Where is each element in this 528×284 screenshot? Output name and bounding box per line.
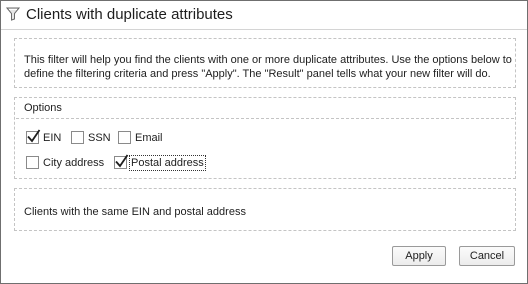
ein-label: EIN — [43, 131, 62, 144]
title-bar: Clients with duplicate attributes — [1, 1, 527, 29]
option-ein[interactable]: EIN — [26, 129, 62, 144]
cancel-button[interactable]: Cancel — [459, 246, 515, 266]
options-panel: Options EIN SSN Email City address Posta… — [14, 97, 516, 179]
options-divider — [16, 118, 514, 119]
checkmark-icon — [115, 154, 129, 168]
city-address-label: City address — [43, 156, 105, 169]
options-title: Options — [24, 102, 62, 114]
description-panel: This filter will help you find the clien… — [14, 38, 516, 88]
postal-address-label: Postal address — [129, 154, 206, 171]
option-city-address[interactable]: City address — [26, 156, 104, 169]
ein-checkbox[interactable] — [26, 129, 41, 144]
postal-address-checkbox[interactable] — [114, 154, 129, 169]
option-ssn[interactable]: SSN — [71, 131, 111, 144]
checkmark-icon — [27, 129, 41, 143]
result-panel: Clients with the same EIN and postal add… — [14, 188, 516, 231]
email-label: Email — [135, 131, 163, 144]
dialog-title: Clients with duplicate attributes — [26, 6, 233, 23]
email-checkbox[interactable] — [118, 131, 131, 144]
city-address-checkbox[interactable] — [26, 156, 39, 169]
ssn-checkbox[interactable] — [71, 131, 84, 144]
title-divider — [1, 29, 527, 30]
result-text: Clients with the same EIN and postal add… — [24, 206, 246, 218]
option-email[interactable]: Email — [118, 131, 163, 144]
option-postal-address[interactable]: Postal address — [114, 154, 206, 171]
dialog-window: Clients with duplicate attributes This f… — [0, 0, 528, 284]
funnel-filter-icon — [5, 7, 21, 21]
ssn-label: SSN — [88, 131, 111, 144]
description-text: This filter will help you find the clien… — [24, 54, 512, 80]
apply-button[interactable]: Apply — [392, 246, 446, 266]
